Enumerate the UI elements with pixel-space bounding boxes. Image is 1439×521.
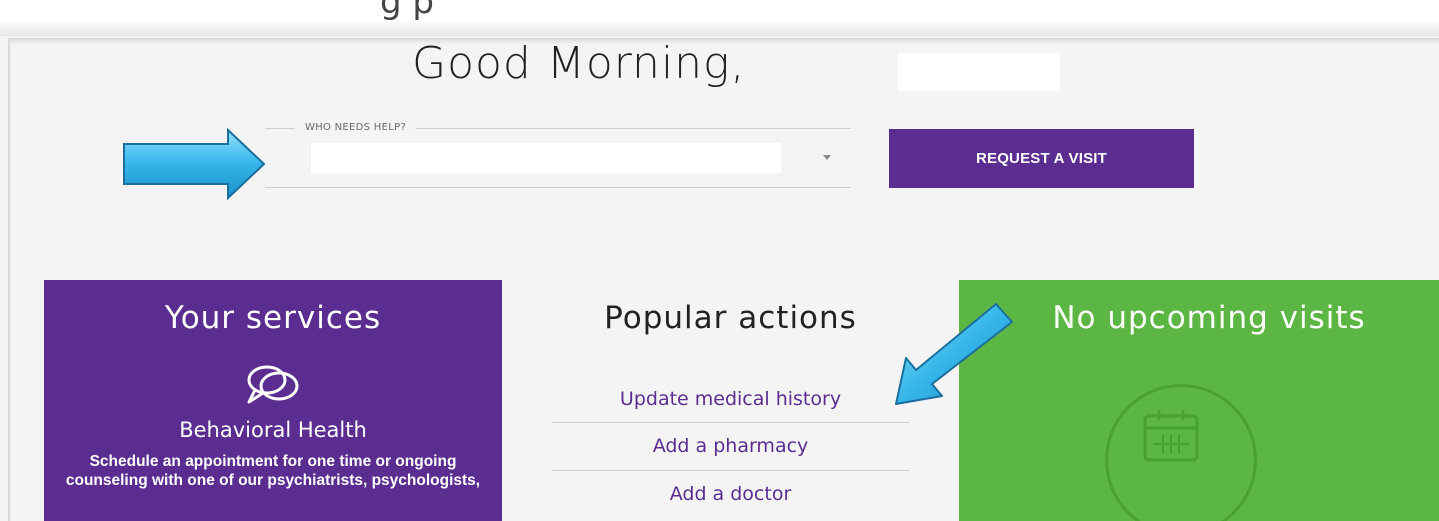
service-description: Schedule an appointment for one time or …	[65, 453, 481, 489]
services-card: Your services Behavioral Health Schedule…	[44, 280, 502, 521]
annotation-arrow-right-icon	[123, 128, 266, 200]
add-pharmacy-link[interactable]: Add a pharmacy	[552, 423, 909, 471]
service-name[interactable]: Behavioral Health	[44, 418, 502, 442]
who-needs-help-label: WHO NEEDS HELP?	[295, 122, 417, 133]
who-needs-help-select[interactable]: WHO NEEDS HELP?	[265, 122, 851, 188]
add-doctor-link[interactable]: Add a doctor	[552, 471, 909, 518]
upcoming-visits-card: No upcoming visits	[959, 280, 1439, 521]
visits-title: No upcoming visits	[1052, 300, 1366, 336]
annotation-arrow-diagonal-icon	[895, 303, 1013, 405]
user-name-redacted	[898, 53, 1060, 91]
who-needs-help-value[interactable]	[311, 143, 781, 173]
popular-actions-list: Update medical history Add a pharmacy Ad…	[552, 376, 909, 518]
previous-page-strip: g p	[0, 0, 1439, 36]
speech-bubbles-icon	[247, 365, 299, 404]
update-medical-history-link[interactable]: Update medical history	[552, 376, 909, 423]
chevron-down-icon[interactable]	[823, 155, 831, 160]
services-title: Your services	[164, 300, 382, 336]
cropped-text: g p	[380, 0, 434, 22]
request-visit-button[interactable]: REQUEST A VISIT	[889, 129, 1194, 188]
calendar-icon	[1143, 410, 1199, 462]
greeting-heading: Good Morning,	[412, 38, 746, 89]
